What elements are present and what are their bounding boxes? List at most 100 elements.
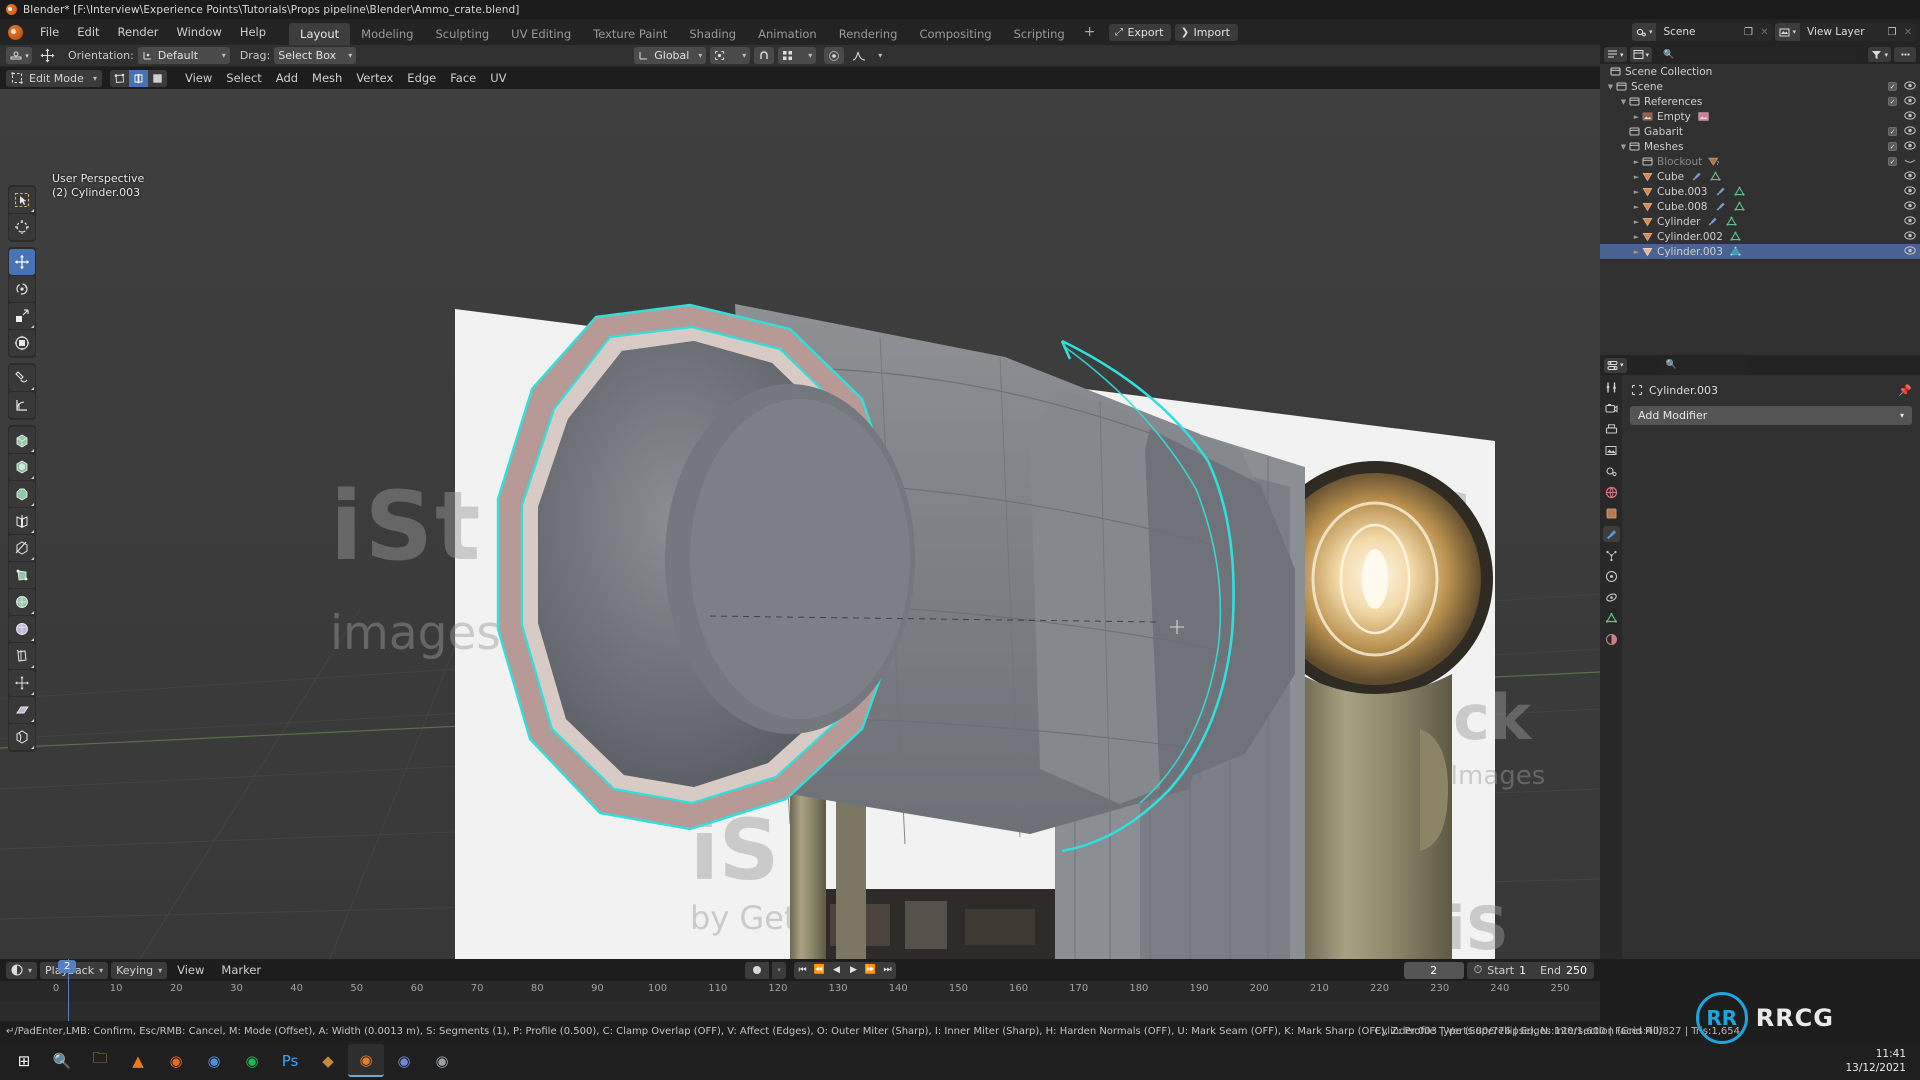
- transform-tool[interactable]: [9, 330, 35, 356]
- mesh-data-icon[interactable]: [1729, 231, 1742, 242]
- modifier-icon[interactable]: [1690, 171, 1703, 182]
- measure-tool[interactable]: [9, 392, 35, 418]
- outliner-icon[interactable]: ▾: [1604, 47, 1627, 62]
- blender-icon[interactable]: ◉: [348, 1044, 384, 1077]
- chevron-right-icon[interactable]: ►: [1632, 173, 1641, 181]
- eye-icon[interactable]: [1904, 200, 1916, 213]
- checkbox-exclude[interactable]: ✓: [1888, 127, 1897, 136]
- checkbox-exclude[interactable]: ✓: [1888, 82, 1897, 91]
- chevron-right-icon[interactable]: ►: [1632, 218, 1641, 226]
- discord-icon[interactable]: ◉: [386, 1044, 422, 1077]
- poly-build-tool[interactable]: [9, 562, 35, 588]
- outliner-row-scene[interactable]: ▼ Scene ✓: [1600, 79, 1920, 94]
- object-tab[interactable]: [1603, 505, 1620, 521]
- cursor-tool[interactable]: [9, 214, 35, 240]
- timeline-playhead[interactable]: 2: [58, 959, 77, 1021]
- display-mode-dropdown[interactable]: ▾: [1629, 47, 1653, 62]
- outliner-row-meshes[interactable]: ▼ Meshes ✓: [1600, 139, 1920, 154]
- start-button-icon[interactable]: ⊞: [6, 1044, 42, 1077]
- particles-tab[interactable]: [1603, 547, 1620, 563]
- rotate-tool[interactable]: [9, 276, 35, 302]
- face-select-mode-button[interactable]: [148, 69, 167, 87]
- menu-render[interactable]: Render: [109, 22, 168, 42]
- viewport-menu-add[interactable]: Add: [269, 69, 305, 87]
- mesh-data-icon[interactable]: [1733, 201, 1746, 212]
- eye-icon[interactable]: [1904, 215, 1916, 228]
- physics-tab[interactable]: [1603, 568, 1620, 584]
- chevron-right-icon[interactable]: ►: [1632, 113, 1641, 121]
- output-tab[interactable]: [1603, 421, 1620, 437]
- play-icon[interactable]: ▶: [845, 962, 862, 979]
- jump-to-end-icon[interactable]: ⏭: [879, 962, 896, 979]
- jump-to-prev-keyframe-icon[interactable]: ⏪: [811, 962, 828, 979]
- filter-icon[interactable]: ▾: [1868, 47, 1891, 62]
- scene-name[interactable]: Scene: [1656, 26, 1740, 38]
- tool-tab[interactable]: [1603, 379, 1620, 395]
- photoshop-icon[interactable]: Ps: [272, 1044, 308, 1077]
- snap-target-dropdown[interactable]: ▾: [778, 47, 817, 64]
- snap-magnet-icon[interactable]: [754, 47, 775, 64]
- chevron-right-icon[interactable]: ►: [1632, 158, 1641, 166]
- pivot-point-dropdown[interactable]: ▾: [710, 47, 751, 64]
- bevel-tool[interactable]: [9, 481, 35, 507]
- modifier-icon[interactable]: [1714, 186, 1727, 197]
- timeline-menu-view[interactable]: View: [170, 961, 211, 979]
- shear-tool[interactable]: [9, 697, 35, 723]
- outliner-row-cube-008[interactable]: ► Cube.008: [1600, 199, 1920, 214]
- eye-icon[interactable]: [1904, 230, 1916, 243]
- play-reverse-icon[interactable]: ◀: [828, 962, 845, 979]
- annotate-tool[interactable]: [9, 365, 35, 391]
- shrink-fatten-tool[interactable]: [9, 670, 35, 696]
- close-icon[interactable]: ✕: [1900, 27, 1916, 38]
- move-tool[interactable]: [9, 249, 35, 275]
- chrome-icon[interactable]: ◉: [196, 1044, 232, 1077]
- blender-menu-icon[interactable]: [8, 24, 23, 40]
- menu-window[interactable]: Window: [167, 22, 230, 42]
- import-button[interactable]: ❯ Import: [1175, 23, 1238, 41]
- spin-tool[interactable]: [9, 589, 35, 615]
- mesh-data-icon[interactable]: [1733, 186, 1746, 197]
- outliner-editor[interactable]: ▾ ▾ 🔍 ▾ Scene Collection ▼ Scene ✓ ▼ Referen…: [1600, 45, 1920, 355]
- substance-icon[interactable]: ◆: [310, 1044, 346, 1077]
- menu-help[interactable]: Help: [231, 22, 275, 42]
- workspace-tab-shading[interactable]: Shading: [678, 23, 747, 45]
- jump-to-next-keyframe-icon[interactable]: ⏩: [862, 962, 879, 979]
- chevron-down-icon[interactable]: ▼: [1619, 143, 1628, 151]
- viewport-menu-view[interactable]: View: [178, 69, 219, 87]
- outliner-options-icon[interactable]: [1894, 47, 1916, 62]
- file-explorer-icon[interactable]: 🗀: [82, 1044, 118, 1077]
- workspace-tab-modeling[interactable]: Modeling: [350, 23, 424, 45]
- outliner-row-cylinder-003[interactable]: ► Cylinder.003: [1600, 244, 1920, 259]
- viewport-menu-edge[interactable]: Edge: [400, 69, 443, 87]
- outliner-row-cube[interactable]: ► Cube: [1600, 169, 1920, 184]
- workspace-tab-layout[interactable]: Layout: [289, 23, 351, 45]
- outliner-row-references[interactable]: ▼ References ✓: [1600, 94, 1920, 109]
- move-tool-icon[interactable]: ▾: [6, 47, 32, 64]
- eye-icon[interactable]: [1904, 140, 1916, 153]
- workspace-tab-texture-paint[interactable]: Texture Paint: [582, 23, 678, 45]
- mesh-data-icon[interactable]: [1729, 246, 1742, 257]
- add-workspace-button[interactable]: +: [1076, 22, 1104, 42]
- eye-icon[interactable]: [1904, 185, 1916, 198]
- extrude-region-tool[interactable]: [9, 427, 35, 453]
- viewport-menu-mesh[interactable]: Mesh: [305, 69, 349, 87]
- timeline-menu-marker[interactable]: Marker: [214, 961, 268, 979]
- chevron-right-icon[interactable]: ►: [1632, 233, 1641, 241]
- outliner-row-cylinder-002[interactable]: ► Cylinder.002: [1600, 229, 1920, 244]
- scene-selector[interactable]: ▾ Scene ❐ ✕: [1631, 23, 1773, 41]
- auto-keying-icon[interactable]: [745, 961, 769, 979]
- timeline-track-area[interactable]: [0, 1001, 1600, 1021]
- loop-cut-tool[interactable]: [9, 508, 35, 534]
- render-tab[interactable]: [1603, 400, 1620, 416]
- orientation-dropdown[interactable]: Default ▾: [137, 47, 230, 64]
- app-icon[interactable]: ◉: [424, 1044, 460, 1077]
- workspace-tab-compositing[interactable]: Compositing: [908, 23, 1002, 45]
- viewport-menu-select[interactable]: Select: [219, 69, 268, 87]
- rip-region-tool[interactable]: [9, 724, 35, 750]
- chevron-down-icon[interactable]: ▾: [772, 961, 786, 979]
- checkbox-exclude[interactable]: ✓: [1888, 97, 1897, 106]
- object-data-tab[interactable]: [1603, 610, 1620, 626]
- eye-icon[interactable]: [1904, 80, 1916, 93]
- use-preview-range-icon[interactable]: ⏱: [1474, 963, 1483, 977]
- mesh-count-7-icon[interactable]: 7: [1708, 156, 1721, 167]
